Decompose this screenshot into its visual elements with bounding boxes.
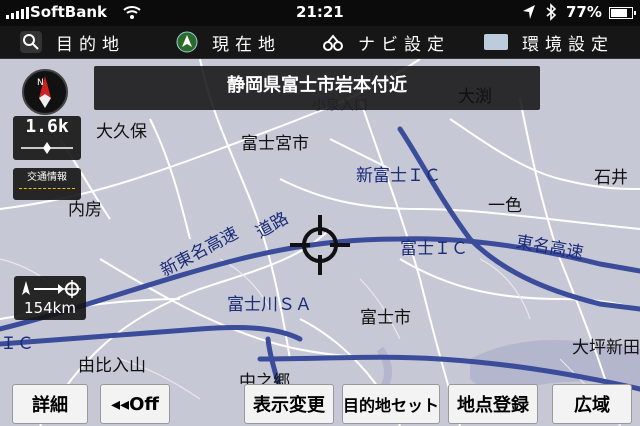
point-register-button[interactable]: 地点登録 (448, 384, 538, 424)
location-services-icon (522, 4, 536, 24)
scale-indicator: 1.6k (13, 116, 81, 160)
menu-navi-settings-label: ナビ設定 (358, 34, 450, 55)
map-label: 富士宮市 (241, 134, 309, 154)
bluetooth-icon (545, 3, 557, 25)
map-label: 新富士ＩＣ (356, 166, 441, 186)
location-arrow-icon (176, 31, 198, 53)
wifi-icon (122, 4, 142, 24)
map-label: 石井 (594, 168, 628, 188)
top-menu: 目的地 現在地 ナビ設定 環境設定 (0, 26, 640, 59)
menu-current-location[interactable]: 現在地 (176, 26, 281, 58)
map-label: ＩＣ (0, 334, 34, 354)
route-arrow-icon (22, 280, 81, 298)
route-icon (322, 31, 344, 53)
address-banner: 静岡県富士市岩本付近 (94, 66, 540, 110)
menu-environment-settings[interactable]: 環境設定 (484, 26, 614, 58)
off-button[interactable]: ◂◂Off (100, 384, 170, 424)
carrier-name: SoftBank (30, 3, 108, 21)
menu-environment-settings-label: 環境設定 (522, 34, 614, 55)
menu-destination[interactable]: 目的地 (20, 26, 125, 58)
map-view[interactable]: 大渕 大久保 富士宮市 新富士ＩＣ 石井 内房 一色 道路 新東名高速 富士ＩＣ… (0, 59, 640, 426)
scale-value: 1.6k (25, 116, 69, 137)
compass-icon[interactable]: N (22, 69, 68, 115)
traffic-bar-icon (19, 188, 75, 192)
svg-text:N: N (37, 78, 44, 88)
map-label: 富士ＩＣ (400, 239, 468, 259)
search-icon (20, 31, 42, 53)
map-label: 大坪新田 (572, 338, 640, 358)
menu-navi-settings[interactable]: ナビ設定 (322, 26, 450, 58)
destination-set-button[interactable]: 目的地セット (342, 384, 440, 424)
clock: 21:21 (296, 3, 344, 21)
map-label: 一色 (488, 196, 522, 216)
detail-button[interactable]: 詳細 (12, 384, 88, 424)
distance-value: 154km (24, 299, 76, 317)
display-change-button[interactable]: 表示変更 (244, 384, 334, 424)
status-bar: SoftBank 21:21 77% (0, 0, 640, 26)
distance-to-destination: 154km (14, 276, 86, 320)
signal-strength-icon (6, 7, 29, 19)
settings-icon (484, 34, 508, 50)
battery-percentage: 77% (566, 3, 602, 21)
map-label: 大久保 (96, 122, 147, 142)
scale-bar-icon (21, 142, 73, 154)
map-label: 富士川ＳＡ (227, 295, 312, 315)
traffic-info-label: 交通情報 (27, 172, 67, 183)
menu-current-location-label: 現在地 (212, 34, 281, 55)
wide-area-button[interactable]: 広域 (552, 384, 632, 424)
menu-destination-label: 目的地 (56, 34, 125, 55)
map-label: 由比入山 (78, 356, 146, 376)
battery-icon (609, 7, 636, 19)
map-label: 富士市 (360, 308, 411, 328)
traffic-info-button[interactable]: 交通情報 (13, 168, 81, 200)
